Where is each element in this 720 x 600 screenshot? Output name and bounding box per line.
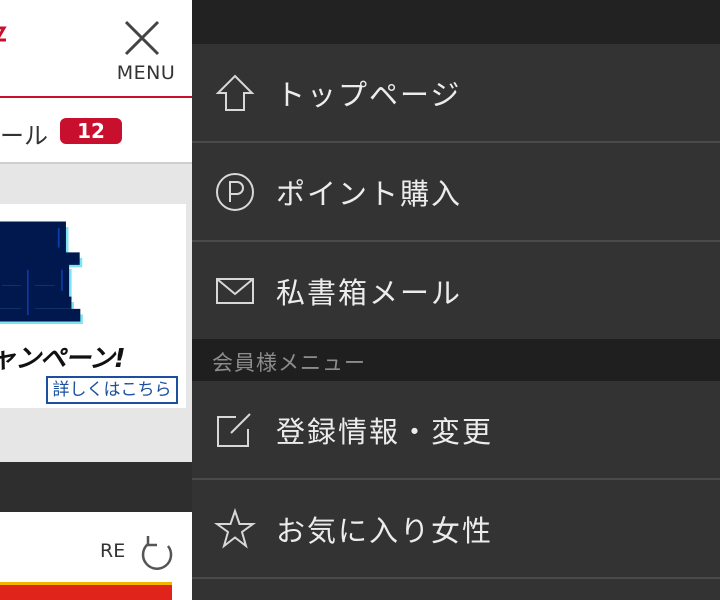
side-menu-top-bar — [192, 0, 720, 44]
menu-item-label: 登録情報・変更 — [276, 415, 494, 449]
underlying-page: MENU ール 12 量 ャンペーン! 詳しくはこちら RE — [0, 0, 192, 600]
refresh-icon[interactable] — [138, 532, 176, 576]
menu-item-mailbox[interactable]: 私書箱メール — [192, 242, 720, 341]
menu-item-label: ポイント購入 — [276, 177, 463, 211]
section-divider-band — [0, 462, 192, 512]
logo-fragment — [0, 26, 7, 42]
refresh-label: RE — [100, 540, 126, 562]
campaign-banner[interactable]: 量 ャンペーン! 詳しくはこちら — [0, 204, 186, 408]
mail-icon — [216, 278, 254, 304]
banner-subtitle: ャンペーン! — [0, 344, 126, 374]
edit-icon — [217, 413, 251, 447]
side-menu: トップページ ポイント購入 私書箱メール 会員様メニュー 登録情報・変更 お気に… — [192, 0, 720, 600]
star-icon — [214, 508, 256, 549]
mail-label: ール — [0, 122, 48, 150]
red-button-fragment[interactable] — [0, 582, 172, 600]
mail-count-badge: 12 — [60, 118, 122, 144]
menu-close-button[interactable]: MENU — [108, 18, 184, 86]
banner-headline: 量 — [0, 213, 84, 338]
menu-label: MENU — [116, 62, 176, 84]
close-icon — [124, 20, 160, 56]
mail-notification-row[interactable]: ール 12 — [0, 98, 192, 164]
menu-item-favorites[interactable]: お気に入り女性 — [192, 480, 720, 579]
menu-item-label: 私書箱メール — [276, 276, 463, 310]
home-icon — [215, 74, 255, 111]
site-header: MENU — [0, 0, 192, 98]
banner-details-link[interactable]: 詳しくはこちら — [46, 376, 178, 404]
point-icon — [216, 173, 254, 211]
menu-item-buy-points[interactable]: ポイント購入 — [192, 143, 720, 242]
menu-item-label: トップページ — [276, 78, 462, 112]
menu-item-label: お気に入り女性 — [276, 514, 494, 548]
section-label: 会員様メニュー — [212, 351, 366, 375]
member-menu-header: 会員様メニュー — [192, 339, 720, 381]
menu-item-top-page[interactable]: トップページ — [192, 44, 720, 143]
menu-item-registration-info[interactable]: 登録情報・変更 — [192, 381, 720, 480]
